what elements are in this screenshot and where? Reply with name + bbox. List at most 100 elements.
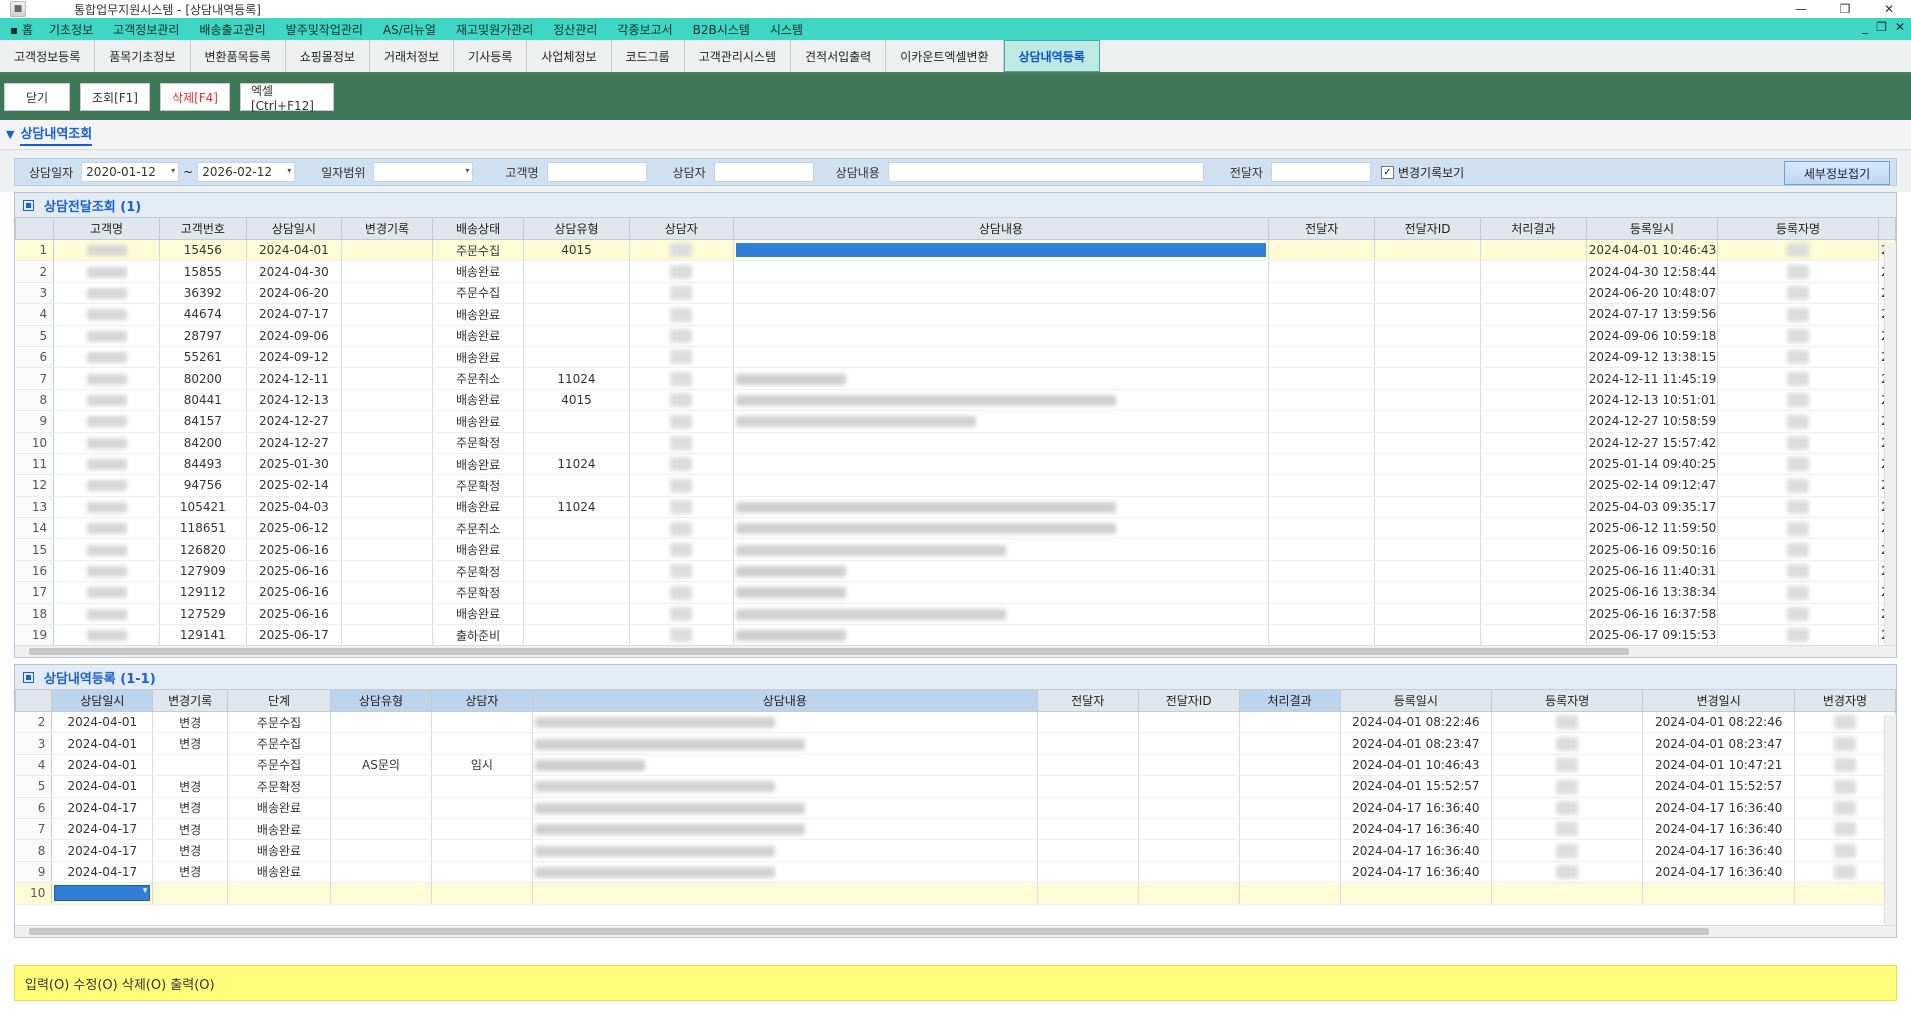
table-row[interactable]: 13 105421 2025-04-03 배송완료 11024 2025-04-03 09… (15, 496, 1897, 519)
row-number-cell[interactable]: 13 (15, 496, 55, 519)
result-cell[interactable] (1480, 496, 1587, 519)
reg-date-cell[interactable]: 2025-04-03 09:35:17 (1586, 496, 1719, 519)
change-log-cell[interactable]: 변경 (152, 861, 228, 884)
delivery-status-cell[interactable]: 주문확정 (432, 432, 525, 454)
content-cell[interactable] (733, 239, 1270, 262)
customer-name-cell[interactable] (53, 303, 160, 326)
row-number-cell[interactable]: 10 (15, 882, 53, 905)
result-cell[interactable] (1239, 818, 1341, 841)
customer-no-cell[interactable]: 80441 (159, 389, 247, 412)
row-number-cell[interactable]: 9 (15, 410, 55, 433)
mod-date-cell[interactable]: 2024-04-01 15:52:57 (1642, 775, 1795, 798)
result-cell[interactable] (1480, 346, 1587, 369)
delivery-status-cell[interactable]: 주문취소 (432, 367, 525, 390)
delivery-status-cell[interactable]: 주문수집 (432, 282, 525, 305)
customer-no-cell[interactable]: 126820 (159, 538, 247, 561)
result-cell[interactable] (1480, 538, 1587, 561)
row-number-cell[interactable]: 4 (15, 303, 55, 326)
menu-item-settlement[interactable]: 정산관리 (543, 21, 607, 38)
deliverer-cell[interactable] (1268, 432, 1376, 454)
table-row[interactable]: 7 2024-04-17 변경 배송완료 2024-04-17 16:36:40 2024… (15, 818, 1897, 841)
stage-cell[interactable]: 배송완료 (227, 839, 331, 862)
new-row-cell[interactable] (1491, 882, 1644, 905)
excel-button[interactable]: 엑셀[Ctrl+F12] (240, 83, 334, 113)
col-counselor[interactable]: 상담자 (628, 217, 734, 240)
consult-date-cell[interactable]: 2025-06-16 (246, 560, 343, 583)
content-cell[interactable] (733, 325, 1270, 347)
tab-partner-info[interactable]: 거래처정보 (370, 40, 455, 72)
counselor-cell[interactable] (629, 538, 734, 561)
reg-date-cell[interactable]: 2025-06-17 09:15:53 (1586, 624, 1719, 647)
table-row[interactable]: 9841572024-12-27배송완료2024-12-27 10:58:592… (15, 410, 1897, 433)
deliverer-id-cell[interactable] (1374, 239, 1481, 262)
result-cell[interactable] (1480, 367, 1587, 390)
row-number-cell[interactable]: 17 (15, 581, 55, 604)
row-number-cell[interactable]: 3 (15, 732, 53, 755)
tab-business-info[interactable]: 사업체정보 (527, 40, 612, 72)
consult-type-cell[interactable] (523, 474, 630, 497)
consult-type-cell[interactable] (330, 861, 432, 884)
consult-type-cell[interactable] (523, 432, 630, 454)
reg-date-cell[interactable]: 2025-06-16 11:40:31 (1586, 560, 1719, 583)
tab-item-basic[interactable]: 품목기초정보 (95, 40, 191, 72)
result-cell[interactable] (1480, 389, 1587, 412)
row-number-cell[interactable]: 6 (15, 797, 53, 819)
row-number-cell[interactable]: 2 (15, 711, 53, 734)
new-date-combo[interactable] (51, 882, 154, 905)
customer-name-cell[interactable] (53, 239, 160, 262)
result-cell[interactable] (1480, 410, 1587, 433)
dropdown-arrow-icon[interactable]: ▾ (465, 166, 469, 175)
deliverer-cell[interactable] (1037, 818, 1139, 841)
customer-no-cell[interactable]: 94756 (159, 474, 247, 497)
mod-name-cell[interactable] (1794, 818, 1897, 841)
customer-no-cell[interactable]: 105421 (159, 496, 247, 519)
new-row-cell[interactable] (1794, 882, 1897, 905)
delivery-status-cell[interactable]: 배송완료 (432, 389, 525, 412)
consult-date-cell[interactable]: 2025-02-14 (246, 474, 343, 497)
reg-date-cell[interactable]: 2024-12-27 10:58:59 (1586, 410, 1719, 433)
customer-name-cell[interactable] (53, 325, 160, 347)
reg-date-cell[interactable]: 2025-06-16 16:37:58 (1586, 603, 1719, 626)
change-log-cell[interactable]: 변경 (152, 797, 228, 819)
col-consult-date[interactable]: 상담일시 (245, 217, 343, 240)
reg-name-cell[interactable] (1717, 367, 1879, 390)
reg-name-cell[interactable] (1717, 239, 1879, 262)
change-log-cell[interactable] (341, 346, 434, 369)
reg-name-cell[interactable] (1491, 797, 1644, 819)
customer-no-cell[interactable]: 127909 (159, 560, 247, 583)
counselor-cell[interactable] (629, 410, 734, 433)
table-row[interactable]: 2158552024-04-30배송완료2024-04-30 12:58:442… (15, 260, 1897, 283)
reg-date-cell[interactable]: 2025-01-14 09:40:25 (1586, 453, 1719, 476)
deliverer-id-cell[interactable] (1374, 474, 1481, 497)
col-deliverer-id[interactable]: 전달자ID (1374, 217, 1481, 240)
consult-type-cell[interactable]: 11024 (523, 453, 630, 476)
new-row-cell[interactable] (1340, 882, 1493, 905)
counselor-cell[interactable] (431, 732, 533, 755)
grid1-horizontal-scrollbar[interactable] (15, 645, 1896, 657)
consult-date-cell[interactable]: 2024-04-01 (246, 239, 343, 262)
reg-name-cell[interactable] (1717, 325, 1879, 347)
consult-type-cell[interactable] (523, 603, 630, 626)
col-reg-name[interactable]: 등록자명 (1717, 217, 1879, 240)
change-log-cell[interactable] (341, 389, 434, 412)
table-row[interactable]: 12 94756 2025-02-14 주문확정 2025-02-14 09:12:47… (15, 474, 1897, 497)
customer-no-cell[interactable]: 84200 (159, 432, 247, 454)
mdi-restore-icon[interactable]: ❐ (1876, 20, 1887, 34)
customer-name-cell[interactable] (53, 389, 160, 412)
section-header[interactable]: ▼ 상담내역조회 (0, 120, 1911, 150)
tab-customer-register[interactable]: 고객정보등록 (0, 40, 96, 72)
content-cell[interactable] (733, 496, 1270, 519)
table-row[interactable]: 8 2024-04-17 변경 배송완료 2024-04-17 16:36:40 2024… (15, 839, 1897, 862)
table-row[interactable]: 9 2024-04-17 변경 배송완료 2024-04-17 16:36:40 2024… (15, 861, 1897, 884)
mdi-minimize-icon[interactable]: _ (1862, 20, 1868, 34)
consult-date-cell[interactable]: 2025-06-16 (246, 538, 343, 561)
new-row-cell[interactable] (1037, 882, 1139, 905)
mod-name-cell[interactable] (1794, 775, 1897, 798)
reg-name-cell[interactable] (1491, 754, 1644, 777)
row-number-cell[interactable]: 1 (15, 239, 55, 262)
result-cell[interactable] (1480, 260, 1587, 283)
counselor-cell[interactable] (431, 818, 533, 841)
col-result[interactable]: 처리결과 (1238, 689, 1341, 712)
table-row[interactable]: 6552612024-09-12배송완료2024-09-12 13:38:152… (15, 346, 1897, 369)
content-cell[interactable] (733, 303, 1270, 326)
